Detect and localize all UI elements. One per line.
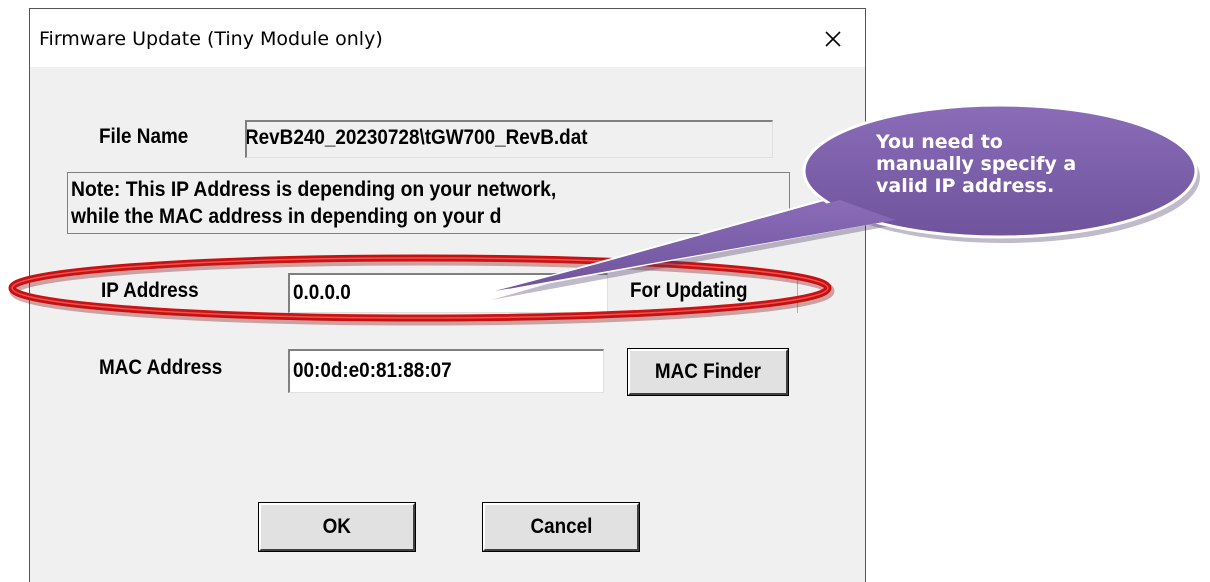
stage: Firmware Update (Tiny Module only) File …: [0, 0, 1210, 582]
firmware-update-dialog: Firmware Update (Tiny Module only) File …: [29, 8, 866, 582]
cancel-label: Cancel: [530, 515, 592, 538]
callout-line-3: valid IP address.: [876, 175, 1055, 197]
window-title: Firmware Update (Tiny Module only): [39, 28, 383, 50]
mac-address-value: 00:0d:e0:81:88:07: [293, 359, 452, 382]
ip-address-input[interactable]: 0.0.0.0: [288, 273, 608, 313]
mac-finder-button[interactable]: MAC Finder: [627, 348, 789, 396]
file-name-field[interactable]: RevB240_20230728\tGW700_RevB.dat: [245, 120, 773, 158]
ip-address-value: 0.0.0.0: [293, 281, 351, 304]
callout-line-1: You need to: [876, 131, 1003, 153]
mac-finder-label: MAC Finder: [654, 360, 762, 383]
close-icon[interactable]: [815, 21, 851, 57]
mac-address-label: MAC Address: [99, 356, 223, 379]
for-updating-label: For Updating: [630, 279, 748, 302]
note-line-1: Note: This IP Address is depending on yo…: [71, 178, 557, 201]
note-box: Note: This IP Address is depending on yo…: [67, 172, 790, 234]
file-name-value: RevB240_20230728\tGW700_RevB.dat: [245, 126, 588, 149]
title-bar: Firmware Update (Tiny Module only): [30, 9, 865, 67]
for-updating-button[interactable]: For Updating: [608, 273, 798, 313]
file-name-label: File Name: [99, 125, 189, 148]
mac-address-input[interactable]: 00:0d:e0:81:88:07: [288, 349, 604, 393]
ok-button[interactable]: OK: [258, 502, 416, 552]
ok-label: OK: [322, 515, 352, 538]
cancel-button[interactable]: Cancel: [482, 502, 640, 552]
callout-text: You need to manually specify a valid IP …: [876, 131, 1106, 197]
note-line-2: while the MAC address in depending on yo…: [71, 205, 502, 228]
callout-line-2: manually specify a: [876, 153, 1077, 175]
ip-address-label: IP Address: [101, 279, 199, 302]
